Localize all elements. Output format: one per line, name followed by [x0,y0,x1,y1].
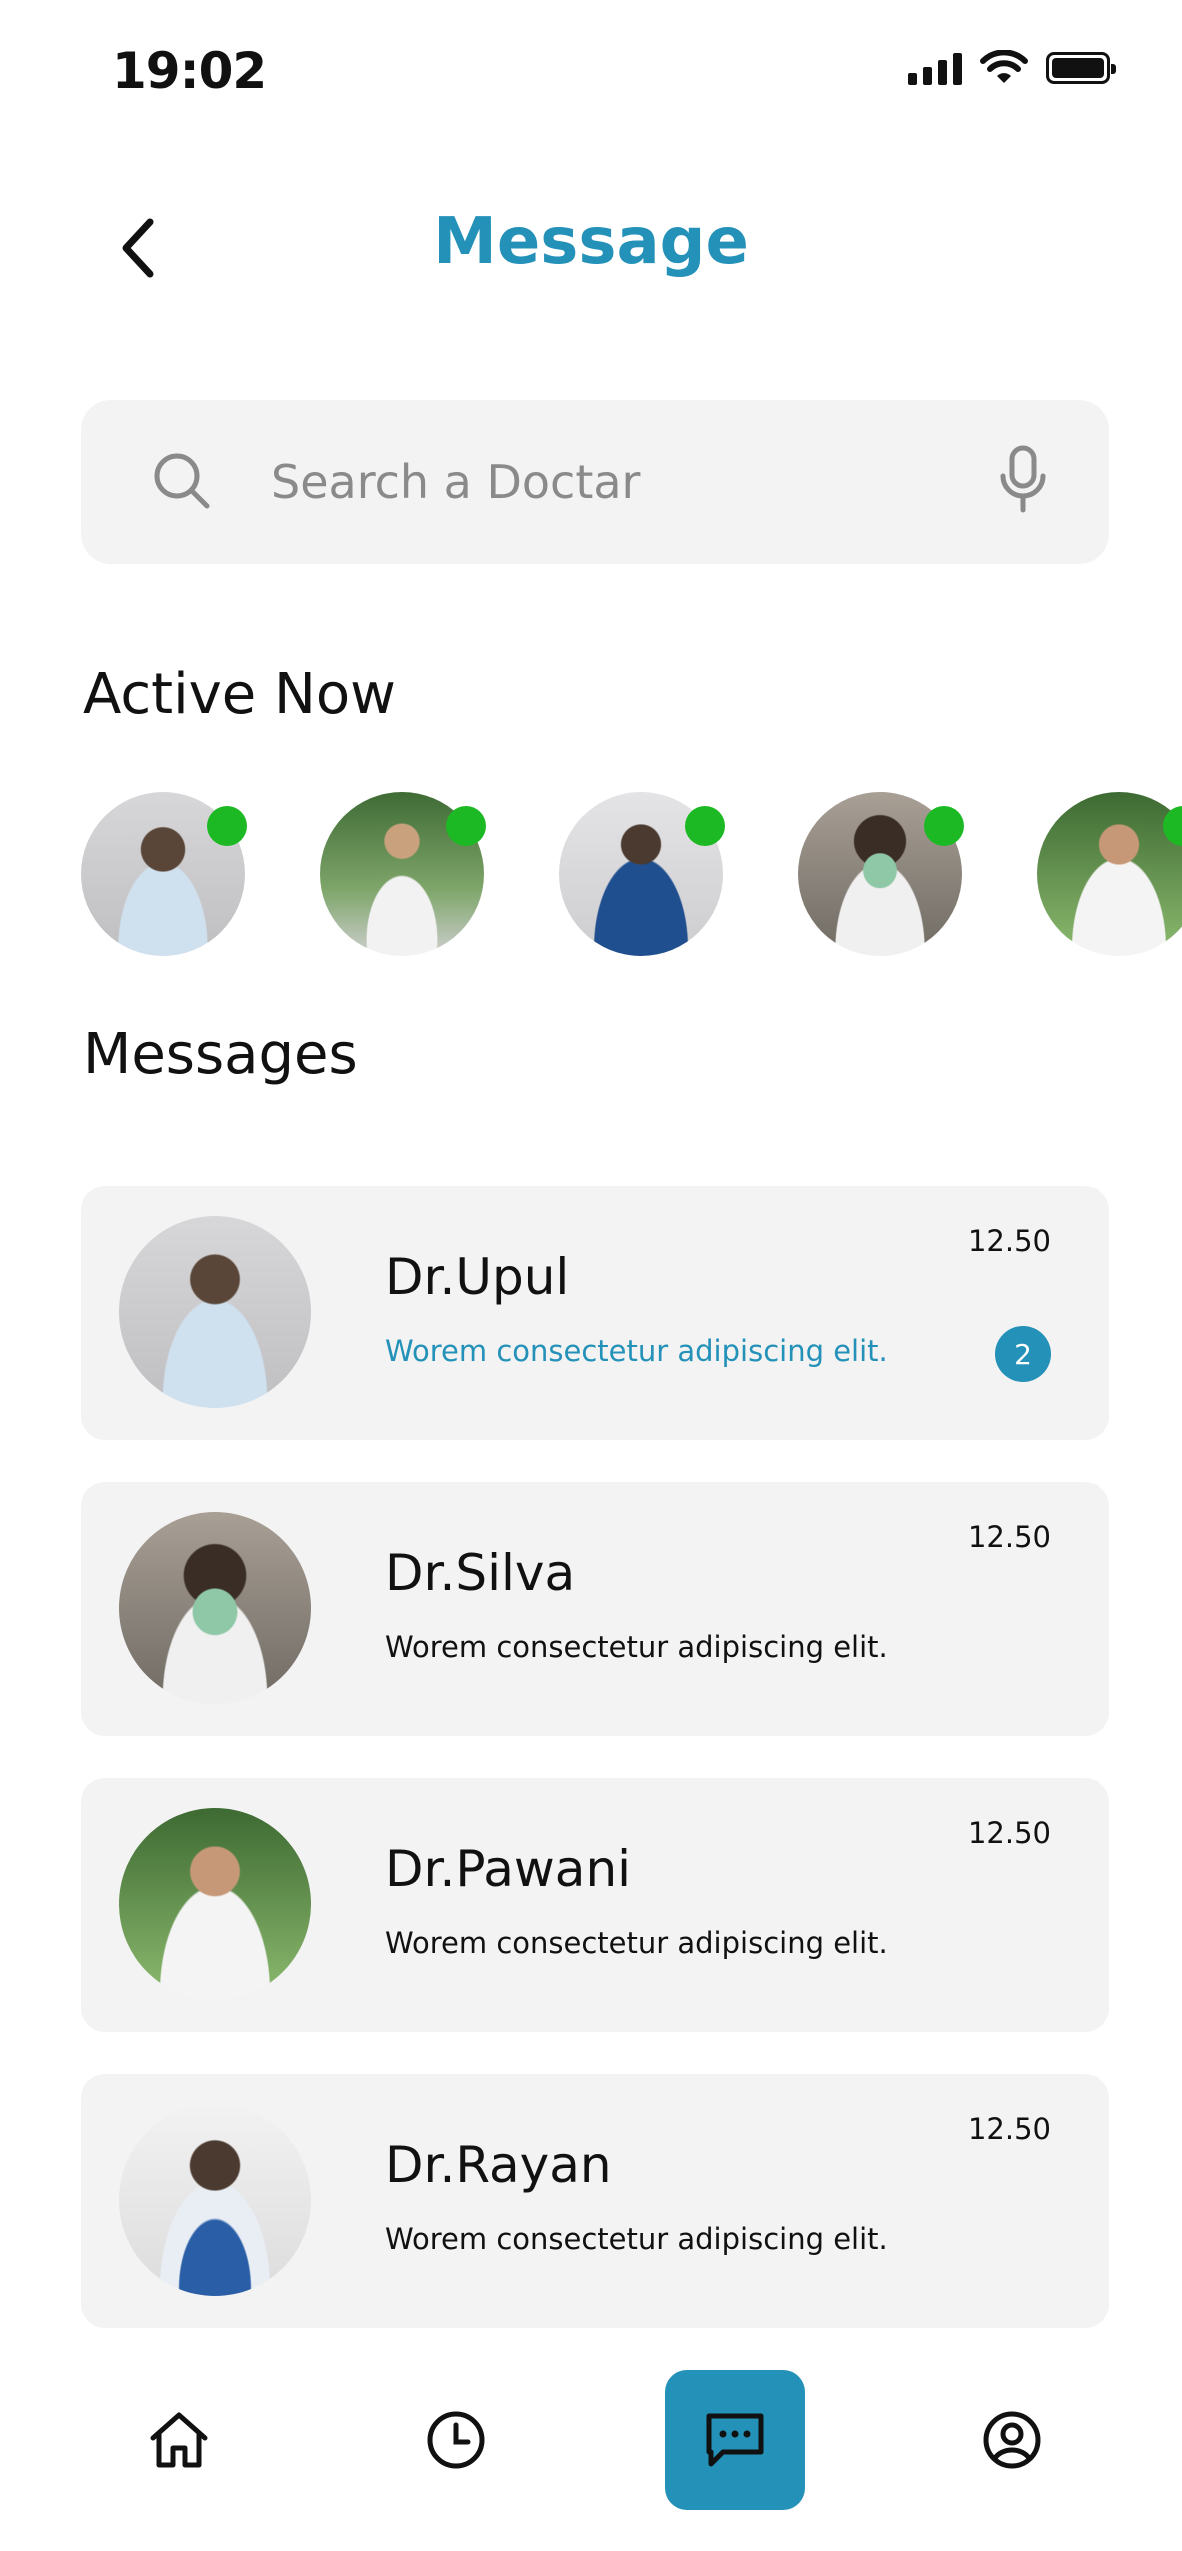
online-indicator [207,806,247,846]
nav-messages[interactable] [665,2370,805,2510]
chat-icon [706,2413,764,2467]
message-time: 12.50 [967,1224,1051,1258]
active-now-list [81,792,1182,962]
search-icon [154,453,210,509]
online-indicator [446,806,486,846]
search-input[interactable] [271,440,1011,524]
active-doctor[interactable] [798,792,964,956]
message-item[interactable]: Dr.Upul Worem consectetur adipiscing eli… [81,1186,1109,1440]
message-preview: Worem consectetur adipiscing elit. [385,1334,888,1368]
active-doctor[interactable] [559,792,725,956]
message-time: 12.50 [967,2112,1051,2146]
clock-icon [427,2411,485,2469]
status-time: 19:02 [112,42,267,100]
profile-icon [983,2411,1041,2469]
message-sender: Dr.Pawani [385,1840,632,1898]
battery-icon [1046,52,1116,84]
online-indicator [685,806,725,846]
message-time: 12.50 [967,1520,1051,1554]
home-icon [150,2412,208,2468]
nav-home[interactable] [109,2370,249,2510]
avatar [119,1512,311,1704]
status-icons [908,50,1116,86]
avatar [119,1808,311,2000]
wifi-icon [980,50,1028,83]
avatar [1037,792,1182,956]
message-time: 12.50 [967,1816,1051,1850]
message-preview: Worem consectetur adipiscing elit. [385,1630,888,1664]
active-doctor[interactable] [81,792,247,956]
online-indicator [924,806,964,846]
avatar [119,2104,311,2296]
microphone-icon[interactable] [997,444,1049,514]
message-item[interactable]: Dr.Pawani Worem consectetur adipiscing e… [81,1778,1109,2032]
unread-badge: 2 [995,1326,1051,1382]
message-sender: Dr.Rayan [385,2136,612,2194]
active-now-title: Active Now [83,662,396,727]
active-doctor[interactable] [1037,792,1182,956]
nav-history[interactable] [386,2370,526,2510]
active-doctor[interactable] [320,792,486,956]
message-item[interactable]: Dr.Silva Worem consectetur adipiscing el… [81,1482,1109,1736]
message-item[interactable]: Dr.Rayan Worem consectetur adipiscing el… [81,2074,1109,2328]
page-title: Message [433,205,749,279]
message-screen: 19:02 Message Active Now [0,0,1182,2551]
avatar [119,1216,311,1408]
message-preview: Worem consectetur adipiscing elit. [385,1926,888,1960]
message-preview: Worem consectetur adipiscing elit. [385,2222,888,2256]
search-bar[interactable] [81,400,1109,564]
signal-icon [908,51,962,85]
messages-title: Messages [83,1022,358,1087]
nav-profile[interactable] [942,2370,1082,2510]
message-sender: Dr.Upul [385,1248,570,1306]
message-sender: Dr.Silva [385,1544,576,1602]
